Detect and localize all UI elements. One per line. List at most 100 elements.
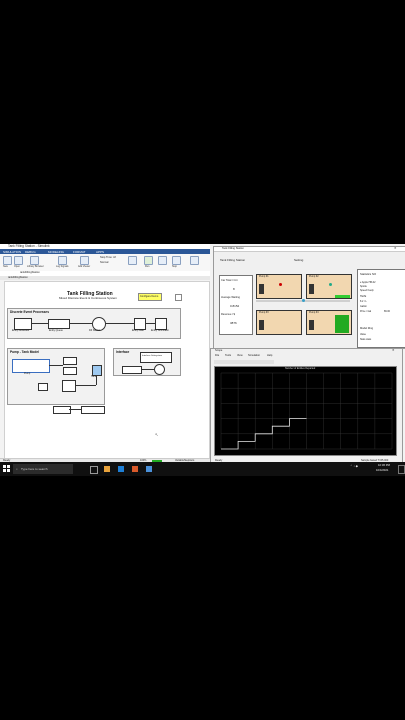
wire xyxy=(75,385,96,386)
search-box[interactable]: ⌕ Type here to search xyxy=(13,464,73,474)
station-label: Pump #2 xyxy=(309,275,319,278)
interface-area: Interface Interface Subsystem xyxy=(113,348,181,376)
entity-queue-block[interactable] xyxy=(48,319,70,329)
clock-date[interactable]: 10/4/2021 xyxy=(376,469,388,472)
fuel-pump-icon xyxy=(309,284,314,294)
wire xyxy=(105,323,134,324)
scope-plot-area: Number of Entities Departed xyxy=(214,366,397,456)
menu-tools[interactable]: Tools xyxy=(225,354,231,358)
close-icon[interactable]: ✕ xyxy=(392,349,395,352)
model-path[interactable]: tankFillingStation xyxy=(20,271,40,275)
wire xyxy=(69,323,92,324)
step-forward-button[interactable] xyxy=(158,256,167,265)
matlab-icon[interactable] xyxy=(132,466,138,472)
menu-view[interactable]: View xyxy=(237,354,243,358)
wire xyxy=(49,365,63,366)
station-3: Pump #3 xyxy=(256,310,302,335)
sum-block[interactable] xyxy=(63,367,77,375)
statistics-title: Statistics NO xyxy=(360,272,377,276)
data-inspector-button[interactable] xyxy=(190,256,199,265)
animation-window: Tank Filling Station ✕ Tank Filling Stat… xyxy=(213,246,405,349)
station-label: Pump #4 xyxy=(309,311,319,314)
model-tab-strip: tankFillingStation xyxy=(0,276,210,280)
mouse-cursor: ↖ xyxy=(155,432,159,437)
car-total-value: 8 xyxy=(233,287,235,291)
desktop-screen: Tank Filling Station - Simulink SIMULATI… xyxy=(0,244,405,476)
pump-tank-label: Pump - Tank Model xyxy=(10,350,39,354)
wire xyxy=(31,323,48,324)
library-browser-button[interactable] xyxy=(30,256,39,265)
info-icon[interactable] xyxy=(175,294,182,301)
revenue-value: 3876 xyxy=(230,321,237,325)
station-2: Pump #2 xyxy=(306,274,352,299)
sim-mode-select[interactable]: Normal xyxy=(100,261,108,265)
fuel-pump-icon xyxy=(309,320,314,330)
run-label: Run xyxy=(145,265,150,268)
setting-label[interactable]: Setting xyxy=(294,259,303,262)
clock-time[interactable]: 10:36 PM xyxy=(378,464,390,467)
search-icon: ⌕ xyxy=(16,466,18,471)
stats-footer: Value xyxy=(360,333,366,336)
taskbar: ⌕ Type here to search ⌃ ◔ ◆ 10:36 PM 10/… xyxy=(0,462,405,476)
run-button[interactable] xyxy=(144,256,153,265)
pump-block[interactable] xyxy=(12,359,50,373)
ribbon-toolbar: New Open Library Browser Log Signals Add… xyxy=(0,254,210,272)
configure-demo-button[interactable]: Configure Demo xyxy=(138,293,162,301)
compare-block[interactable] xyxy=(38,383,48,391)
close-icon[interactable]: ✕ xyxy=(394,247,397,250)
windows-start-icon[interactable] xyxy=(3,465,10,472)
library-browser-label: Library Browser xyxy=(27,265,44,268)
avg-waiting-value: 0.8152 xyxy=(230,304,240,308)
file-explorer-icon[interactable] xyxy=(104,466,110,472)
notification-icon[interactable] xyxy=(398,465,405,474)
scope-block[interactable] xyxy=(81,406,105,414)
pump-tank-area: Pump - Tank Model Pump Tank xyxy=(7,348,105,405)
stats-line: Gallon xyxy=(360,305,367,308)
statistics-panel: Statistics NO e Apple HB-02 Spotle Speed… xyxy=(357,269,405,348)
add-viewer-label: Add Viewer xyxy=(78,265,91,268)
model-tab[interactable]: tankFillingStation xyxy=(8,276,28,280)
station-label: Pump #1 xyxy=(259,275,269,278)
interface-queue-block[interactable] xyxy=(122,366,142,374)
display-block[interactable] xyxy=(53,406,71,414)
menu-file[interactable]: File xyxy=(215,354,219,358)
simulink-icon[interactable] xyxy=(146,466,152,472)
simulink-window-title: Tank Filling Station - Simulink xyxy=(8,244,50,248)
interface-subsystem-block[interactable] xyxy=(140,352,172,363)
menu-simulation[interactable]: Simulation xyxy=(248,354,260,358)
model-canvas[interactable]: Tank Filling Station Mixed Discrete Even… xyxy=(4,281,210,459)
car-total-label: Car Total / Cnt xyxy=(221,279,238,282)
panel-title: Tank Filling Station xyxy=(220,258,246,262)
search-placeholder: Type here to search xyxy=(21,466,48,471)
configure-demo-label: Configure Demo xyxy=(140,294,159,298)
fill-station-label: Fill Station xyxy=(89,329,101,332)
stop-time-field[interactable]: Stop Time: inf xyxy=(100,256,116,260)
task-view-icon[interactable] xyxy=(90,466,98,474)
queue-car-icon xyxy=(302,298,305,302)
add-viewer-button[interactable] xyxy=(80,256,89,265)
stop-button[interactable] xyxy=(172,256,181,265)
entity-terminator-label: Entity Terminator xyxy=(151,329,169,332)
stats-footer: Stats stats xyxy=(360,338,372,341)
integrator-block[interactable] xyxy=(62,380,76,392)
stats-line: Price / Gal xyxy=(360,310,372,313)
new-button[interactable] xyxy=(3,256,12,265)
gain-block[interactable] xyxy=(63,357,77,365)
open-button[interactable] xyxy=(14,256,23,265)
model-subtitle: Mixed Discrete Event & Continuous System xyxy=(59,296,118,300)
stop-label: Stop xyxy=(172,265,177,268)
entity-generator-label: Entity Generator xyxy=(12,329,30,332)
pump-label: Pump xyxy=(24,372,31,375)
log-signals-button[interactable] xyxy=(58,256,67,265)
scope-toolbar[interactable] xyxy=(214,360,274,364)
interface-label: Interface xyxy=(116,350,130,354)
station-4: Pump #4 xyxy=(306,310,352,335)
entity-queue-label: Entity Queue xyxy=(49,329,63,332)
interface-server-block[interactable] xyxy=(154,364,165,375)
step-back-button[interactable] xyxy=(128,256,137,265)
edge-icon[interactable] xyxy=(118,466,124,472)
tray-icons[interactable]: ⌃ ◔ ◆ xyxy=(350,465,358,468)
scope-window: Scope ✕ File Tools View Simulation Help … xyxy=(210,348,403,468)
discrete-event-area: Discrete Event Processes Entity Generato… xyxy=(7,308,181,339)
menu-help[interactable]: Help xyxy=(267,354,272,358)
